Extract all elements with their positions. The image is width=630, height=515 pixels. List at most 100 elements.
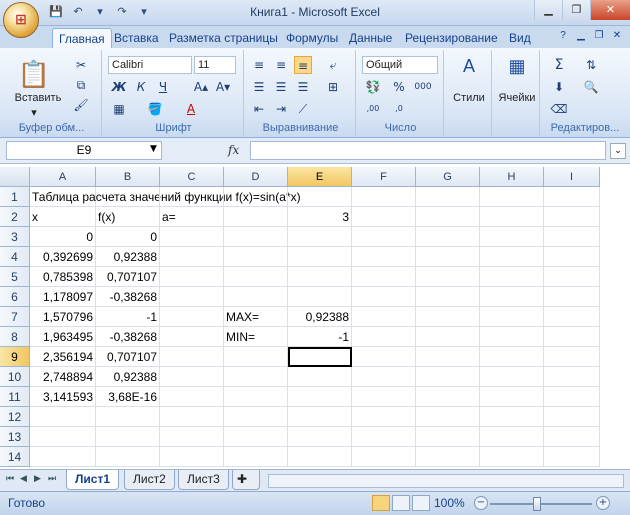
cell-d8[interactable]: MIN= [224,327,288,347]
cell-f10[interactable] [352,367,416,387]
cell-d2[interactable] [224,207,288,227]
row-header-14[interactable]: 14 [0,447,30,467]
cell-h3[interactable] [480,227,544,247]
cell-a1[interactable]: Таблица расчета значений функции f(x)=si… [30,187,301,207]
cell-b5[interactable]: 0,707107 [96,267,160,287]
cell-i1[interactable] [544,187,600,207]
cell-a11[interactable]: 3,141593 [30,387,96,407]
cell-a2[interactable]: x [30,207,96,227]
cell-e7[interactable]: 0,92388 [288,307,352,327]
paste-dropdown-icon[interactable]: ▾ [22,106,46,119]
font-name-box[interactable]: Calibri [108,56,192,74]
cell-c14[interactable] [160,447,224,467]
wrap-text-icon[interactable]: ⤶ [324,56,342,74]
cell-i4[interactable] [544,247,600,267]
cell-c5[interactable] [160,267,224,287]
office-button[interactable]: ⊞ [3,2,39,38]
cell-e13[interactable] [288,427,352,447]
cell-g9[interactable] [416,347,480,367]
cell-f13[interactable] [352,427,416,447]
cell-g2[interactable] [416,207,480,227]
cell-f1[interactable] [352,187,416,207]
tab-review[interactable]: Рецензирование [399,28,504,48]
cell-f2[interactable] [352,207,416,227]
cell-i7[interactable] [544,307,600,327]
cell-h10[interactable] [480,367,544,387]
cell-g12[interactable] [416,407,480,427]
cell-c1[interactable] [160,187,224,207]
expand-formula-bar-icon[interactable]: ⌄ [610,143,626,159]
column-header-d[interactable]: D [224,167,288,187]
cell-g14[interactable] [416,447,480,467]
normal-view-button[interactable] [372,495,390,511]
row-header-10[interactable]: 10 [0,367,30,387]
column-header-e[interactable]: E [288,167,352,187]
sort-filter-icon[interactable]: ⇅ [582,56,600,74]
column-header-f[interactable]: F [352,167,416,187]
cell-e9[interactable] [288,347,352,367]
tab-insert[interactable]: Вставка [108,28,165,48]
column-header-h[interactable]: H [480,167,544,187]
cell-a4[interactable]: 0,392699 [30,247,96,267]
cell-h8[interactable] [480,327,544,347]
cell-i11[interactable] [544,387,600,407]
row-header-3[interactable]: 3 [0,227,30,247]
paste-button[interactable]: Вставить [2,92,74,104]
cell-d4[interactable] [224,247,288,267]
cell-d5[interactable] [224,267,288,287]
cell-g11[interactable] [416,387,480,407]
cell-d10[interactable] [224,367,288,387]
underline-button[interactable]: Ч [154,78,172,96]
cell-b13[interactable] [96,427,160,447]
cell-c12[interactable] [160,407,224,427]
cell-e8[interactable]: -1 [288,327,352,347]
cell-i12[interactable] [544,407,600,427]
cell-i2[interactable] [544,207,600,227]
cell-f5[interactable] [352,267,416,287]
row-header-6[interactable]: 6 [0,287,30,307]
align-bottom-icon[interactable]: ≡ [294,56,312,74]
decrease-font-icon[interactable]: A▾ [214,78,232,96]
page-break-view-button[interactable] [412,495,430,511]
column-header-b[interactable]: B [96,167,160,187]
cell-f9[interactable] [352,347,416,367]
cell-b1[interactable] [96,187,160,207]
cell-b12[interactable] [96,407,160,427]
cell-i13[interactable] [544,427,600,447]
next-sheet-icon[interactable]: ▶ [34,474,41,484]
format-painter-icon[interactable]: 🖌 [72,96,90,114]
find-select-icon[interactable]: 🔍 [582,78,600,96]
zoom-out-icon[interactable]: − [474,496,488,510]
tab-view[interactable]: Вид [503,28,537,48]
cell-b2[interactable]: f(x) [96,207,160,227]
row-header-9[interactable]: 9 [0,347,30,367]
cell-b6[interactable]: -0,38268 [96,287,160,307]
percent-format-icon[interactable]: % [390,78,408,96]
align-middle-icon[interactable]: ≡ [272,56,290,74]
cells-button[interactable]: Ячейки [494,92,540,104]
cell-f14[interactable] [352,447,416,467]
cell-e2[interactable]: 3 [288,207,352,227]
cell-c9[interactable] [160,347,224,367]
cell-e11[interactable] [288,387,352,407]
cell-g13[interactable] [416,427,480,447]
row-header-12[interactable]: 12 [0,407,30,427]
cell-f7[interactable] [352,307,416,327]
cell-a10[interactable]: 2,748894 [30,367,96,387]
cell-a3[interactable]: 0 [30,227,96,247]
cell-i10[interactable] [544,367,600,387]
increase-font-icon[interactable]: A▴ [192,78,210,96]
row-header-8[interactable]: 8 [0,327,30,347]
zoom-slider-thumb[interactable] [533,497,541,511]
formula-input[interactable] [250,141,606,160]
row-header-1[interactable]: 1 [0,187,30,207]
cell-f8[interactable] [352,327,416,347]
cell-h7[interactable] [480,307,544,327]
name-box-dropdown-icon[interactable]: ▼ [150,144,157,154]
cell-g8[interactable] [416,327,480,347]
clear-icon[interactable]: ⌫ [550,100,568,118]
cell-i9[interactable] [544,347,600,367]
column-header-g[interactable]: G [416,167,480,187]
cell-h12[interactable] [480,407,544,427]
sheet-tab-3[interactable]: Лист3 [178,470,229,490]
